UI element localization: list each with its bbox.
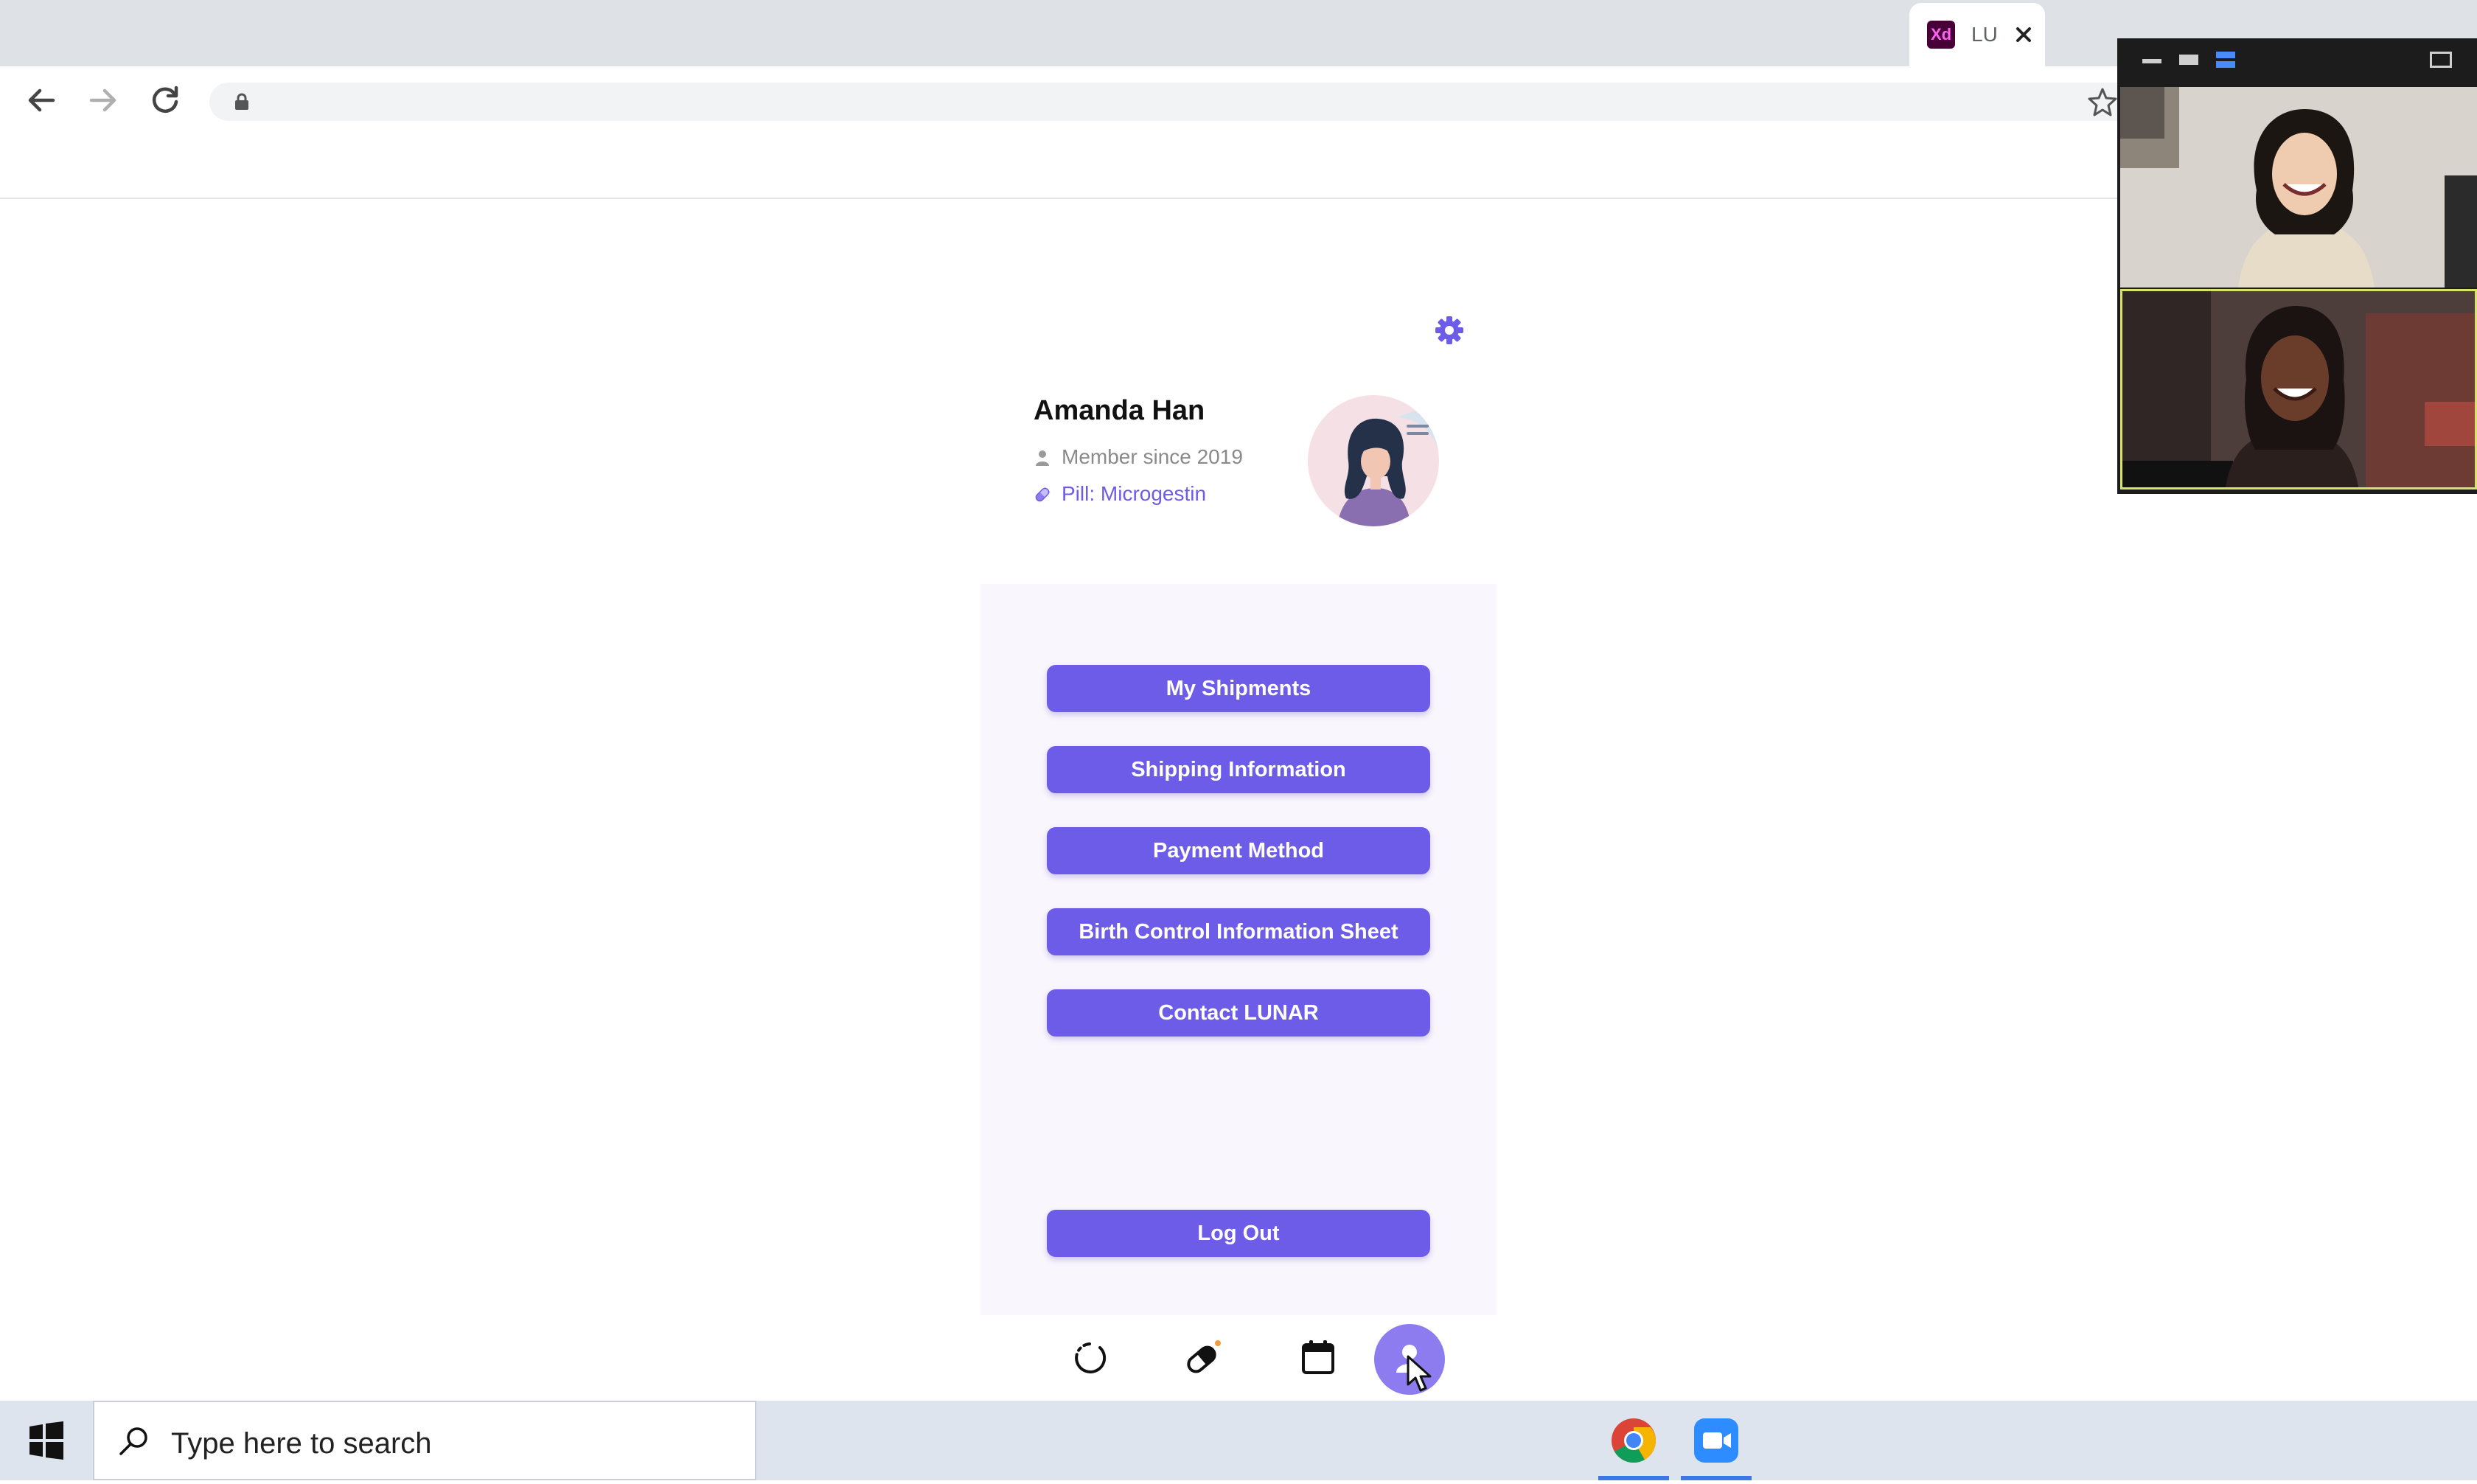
participant-video-2 xyxy=(2120,289,2477,490)
address-bar[interactable] xyxy=(209,83,2141,121)
back-arrow-icon[interactable] xyxy=(21,80,62,121)
mouse-cursor-icon xyxy=(1404,1354,1436,1395)
bottom-nav-bar xyxy=(980,1315,1497,1401)
close-icon[interactable] xyxy=(2007,18,2041,52)
member-since-row: Member since 2019 xyxy=(1034,442,1243,472)
member-since-text: Member since 2019 xyxy=(1062,445,1243,468)
zoom-video-window xyxy=(2117,38,2477,494)
forward-arrow-icon[interactable] xyxy=(83,80,124,121)
pill-row: Pill: Microgestin xyxy=(1034,479,1206,509)
taskbar-search-box[interactable]: Type here to search xyxy=(93,1401,756,1480)
profile-header: Amanda Han Member since 2019 Pill: Micro… xyxy=(980,295,1497,584)
cycle-icon[interactable] xyxy=(1066,1334,1113,1382)
my-shipments-button[interactable]: My Shipments xyxy=(1047,665,1430,712)
tab-title: LU xyxy=(1971,23,1998,46)
pill-icon xyxy=(1034,485,1051,503)
avatar[interactable] xyxy=(1308,395,1439,526)
log-out-button[interactable]: Log Out xyxy=(1047,1210,1430,1257)
birth-control-info-sheet-button[interactable]: Birth Control Information Sheet xyxy=(1047,908,1430,955)
user-icon xyxy=(1034,448,1051,466)
zoom-taskbar-icon[interactable] xyxy=(1678,1401,1755,1480)
minimize-icon[interactable] xyxy=(2142,59,2161,63)
pill-nav-icon[interactable] xyxy=(1180,1334,1227,1382)
zoom-window-bar xyxy=(2117,38,2477,87)
bookmark-star-icon[interactable] xyxy=(2086,86,2119,118)
search-placeholder: Type here to search xyxy=(171,1427,432,1460)
active-app-indicator xyxy=(1598,1476,1669,1480)
gear-icon[interactable] xyxy=(1433,314,1466,346)
windows-start-icon[interactable] xyxy=(0,1401,93,1480)
participant-video-1 xyxy=(2120,87,2477,288)
calendar-icon[interactable] xyxy=(1295,1334,1342,1382)
xd-favicon-icon: Xd xyxy=(1927,21,1955,49)
active-app-indicator xyxy=(1681,1476,1752,1480)
profile-menu: My Shipments Shipping Information Paymen… xyxy=(980,584,1497,1315)
speaker-view-icon[interactable] xyxy=(2179,55,2198,65)
gallery-view-icon[interactable] xyxy=(2216,52,2235,68)
search-icon xyxy=(116,1424,152,1460)
window-layout-icon[interactable] xyxy=(2430,52,2452,68)
page-divider xyxy=(0,198,2123,199)
browser-tab-strip: Xd LU xyxy=(0,0,2477,66)
browser-tab[interactable]: Xd LU xyxy=(1909,3,2045,66)
lunar-app-screen: Amanda Han Member since 2019 Pill: Micro… xyxy=(980,295,1497,1401)
contact-lunar-button[interactable]: Contact LUNAR xyxy=(1047,989,1430,1037)
lock-icon xyxy=(233,93,251,111)
reload-icon[interactable] xyxy=(144,80,186,121)
shipping-information-button[interactable]: Shipping Information xyxy=(1047,746,1430,793)
pill-text: Pill: Microgestin xyxy=(1062,482,1207,505)
payment-method-button[interactable]: Payment Method xyxy=(1047,827,1430,874)
browser-toolbar xyxy=(0,66,2477,134)
chrome-taskbar-icon[interactable] xyxy=(1595,1401,1672,1480)
user-name: Amanda Han xyxy=(1034,395,1205,426)
windows-taskbar: Type here to search xyxy=(0,1401,2477,1480)
